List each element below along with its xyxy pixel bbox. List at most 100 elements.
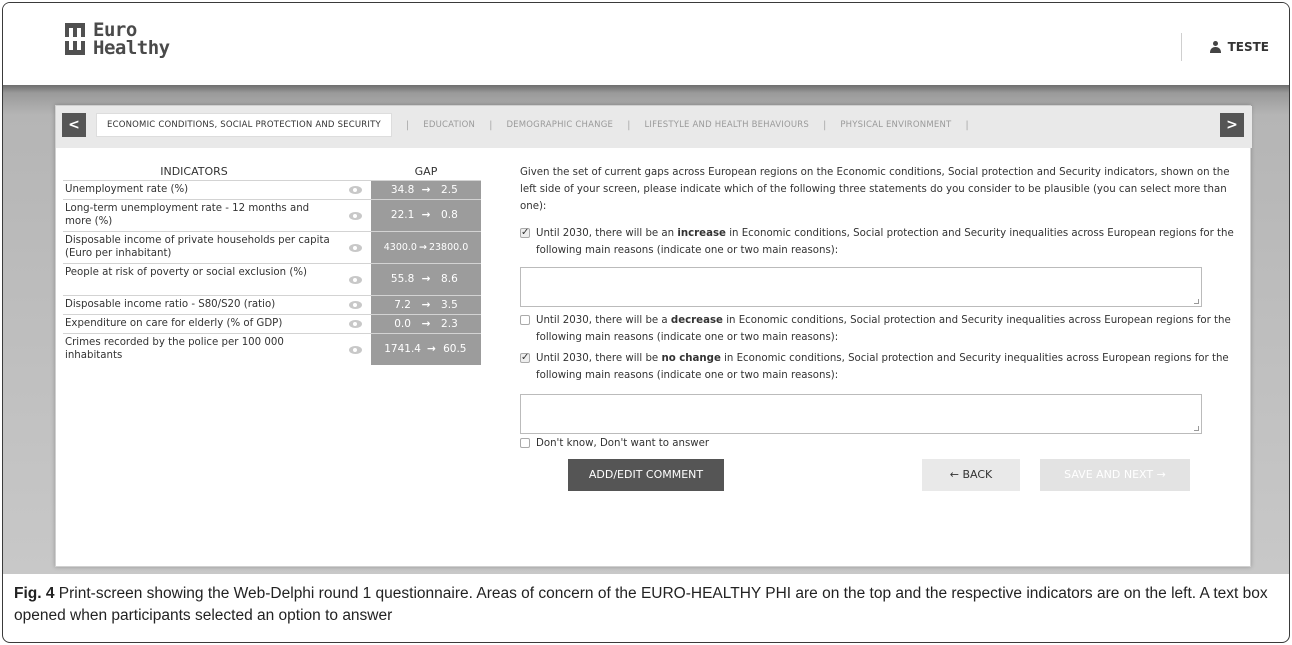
gap-from: 1741.4: [384, 343, 421, 355]
indicator-row: Long-term unemployment rate - 12 months …: [63, 199, 481, 231]
arrow-right-icon: →: [421, 298, 431, 311]
app-header: Euro Healthy TESTE: [3, 3, 1289, 85]
indicator-name: Crimes recorded by the police per 100 00…: [65, 337, 284, 361]
save-and-next-button[interactable]: SAVE AND NEXT →: [1040, 459, 1190, 491]
arrow-right-icon: →: [421, 317, 431, 330]
chevron-right-icon[interactable]: >: [1220, 113, 1244, 137]
question-intro: Given the set of current gaps across Eur…: [520, 167, 1230, 212]
arrow-right-icon: →: [421, 273, 431, 285]
statement-decrease: Until 2030, there will be a decrease in …: [520, 312, 1240, 346]
user-icon: [1209, 41, 1221, 53]
figure-frame: Euro Healthy TESTE < ECONOMIC CONDITIONS…: [2, 2, 1290, 643]
indicator-name: Long-term unemployment rate - 12 months …: [65, 203, 310, 227]
indicator-name: Disposable income of private households …: [65, 235, 330, 259]
indicator-name: Disposable income ratio - S80/S20 (ratio…: [65, 299, 276, 310]
arrow-right-icon: →: [418, 242, 427, 253]
eye-icon[interactable]: [339, 200, 371, 231]
gap-to: 3.5: [441, 298, 458, 311]
no-change-reasons-textarea[interactable]: [520, 394, 1202, 434]
add-edit-comment-button[interactable]: ADD/EDIT COMMENT: [568, 459, 724, 491]
logo-line-2: Healthy: [93, 37, 170, 59]
indicator-row: People at risk of poverty or social excl…: [63, 263, 481, 295]
gap-value: 0.0 → 2.3: [371, 315, 481, 333]
gap-to: 60.5: [443, 343, 467, 355]
eye-icon[interactable]: [339, 232, 371, 263]
gap-to: 0.8: [441, 209, 458, 221]
gap-column-header: GAP: [414, 165, 438, 178]
eye-icon[interactable]: [339, 315, 371, 333]
page-background: < ECONOMIC CONDITIONS, SOCIAL PROTECTION…: [3, 85, 1289, 574]
gap-value: 4300.0 → 23800.0: [371, 232, 481, 263]
gap-value: 7.2 → 3.5: [371, 296, 481, 314]
statement-decrease-text: Until 2030, there will be a decrease in …: [536, 315, 1231, 343]
decrease-checkbox[interactable]: [520, 315, 530, 325]
statement-no-change: Until 2030, there will be no change in E…: [520, 349, 1240, 384]
indicator-name: People at risk of poverty or social excl…: [65, 267, 307, 278]
arrow-right-icon: →: [421, 209, 431, 221]
arrow-right-icon: →: [426, 343, 436, 355]
tab-separator: |: [822, 119, 827, 131]
chevron-left-icon[interactable]: <: [62, 113, 86, 137]
dont-know-checkbox[interactable]: [520, 438, 530, 448]
gap-from: 55.8: [390, 273, 415, 285]
gap-to: 2.3: [441, 317, 458, 330]
user-menu[interactable]: TESTE: [1180, 33, 1269, 61]
eye-icon[interactable]: [339, 334, 371, 365]
tab-lifestyle[interactable]: LIFESTYLE AND HEALTH BEHAVIOURS: [644, 120, 809, 130]
eye-icon[interactable]: [339, 181, 371, 199]
gap-from: 34.8: [390, 183, 415, 196]
tab-separator: |: [489, 119, 493, 131]
caption-text: Print-screen showing the Web-Delphi roun…: [14, 585, 1268, 624]
screenshot: Euro Healthy TESTE < ECONOMIC CONDITIONS…: [3, 3, 1289, 574]
statement-increase-text: Until 2030, there will be an increase in…: [536, 228, 1234, 256]
tab-separator: |: [405, 119, 410, 131]
indicators-column-header: INDICATORS: [160, 165, 228, 178]
gap-value: 1741.4 → 60.5: [371, 334, 481, 365]
statements-panel: Given the set of current gaps across Eur…: [520, 164, 1240, 452]
tab-bar: < ECONOMIC CONDITIONS, SOCIAL PROTECTION…: [56, 106, 1252, 148]
indicator-row: Expenditure on care for elderly (% of GD…: [63, 314, 481, 333]
gap-from: 0.0: [394, 317, 411, 330]
tab-education[interactable]: EDUCATION: [423, 120, 475, 130]
indicator-row: Disposable income ratio - S80/S20 (ratio…: [63, 295, 481, 314]
figure-caption: Fig. 4 Print-screen showing the Web-Delp…: [14, 583, 1276, 627]
gap-value: 22.1 → 0.8: [371, 200, 481, 231]
gap-value: 34.8 → 2.5: [371, 181, 481, 199]
gap-to: 8.6: [441, 273, 458, 285]
dont-know-label: Don't know, Don't want to answer: [536, 438, 710, 449]
statement-no-change-text: Until 2030, there will be no change in E…: [536, 353, 1229, 381]
increase-checkbox[interactable]: [520, 224, 530, 241]
gap-from: 7.2: [394, 298, 411, 311]
tab-economic-conditions[interactable]: ECONOMIC CONDITIONS, SOCIAL PROTECTION A…: [96, 113, 392, 137]
eye-icon[interactable]: [339, 264, 371, 295]
statement-dont-know: Don't know, Don't want to answer: [520, 435, 1240, 452]
arrow-right-icon: →: [421, 183, 431, 196]
gap-value: 55.8 → 8.6: [371, 264, 481, 295]
tab-physical-environment[interactable]: PHYSICAL ENVIRONMENT: [840, 120, 951, 130]
gap-from: 4300.0: [383, 242, 417, 253]
gap-to: 23800.0: [428, 242, 469, 253]
tab-separator: |: [965, 119, 969, 131]
tab-demographic-change[interactable]: DEMOGRAPHIC CHANGE: [506, 120, 613, 130]
indicator-name: Unemployment rate (%): [65, 184, 189, 195]
indicator-name: Expenditure on care for elderly (% of GD…: [65, 318, 283, 329]
gap-to: 2.5: [441, 183, 458, 196]
eye-icon[interactable]: [339, 296, 371, 314]
indicators-table: INDICATORS GAP Unemployment rate (%) 34.…: [63, 165, 481, 365]
indicator-row: Disposable income of private households …: [63, 231, 481, 263]
gap-from: 22.1: [390, 209, 415, 221]
user-name: TESTE: [1227, 40, 1269, 54]
indicator-row: Crimes recorded by the police per 100 00…: [63, 333, 481, 365]
logo-mark-icon: [65, 23, 85, 55]
indicator-row: Unemployment rate (%) 34.8 → 2.5: [63, 180, 481, 199]
logo-text: Euro Healthy: [93, 21, 170, 59]
tabs: ECONOMIC CONDITIONS, SOCIAL PROTECTION A…: [96, 113, 1212, 137]
figure-label: Fig. 4: [14, 585, 55, 602]
tab-separator: |: [627, 119, 631, 131]
increase-reasons-textarea[interactable]: [520, 267, 1202, 307]
euro-healthy-logo[interactable]: Euro Healthy: [65, 17, 170, 61]
questionnaire-card: < ECONOMIC CONDITIONS, SOCIAL PROTECTION…: [55, 105, 1252, 567]
statement-increase: Until 2030, there will be an increase in…: [520, 224, 1240, 259]
no-change-checkbox[interactable]: [520, 349, 530, 366]
back-button[interactable]: ← BACK: [922, 459, 1020, 491]
